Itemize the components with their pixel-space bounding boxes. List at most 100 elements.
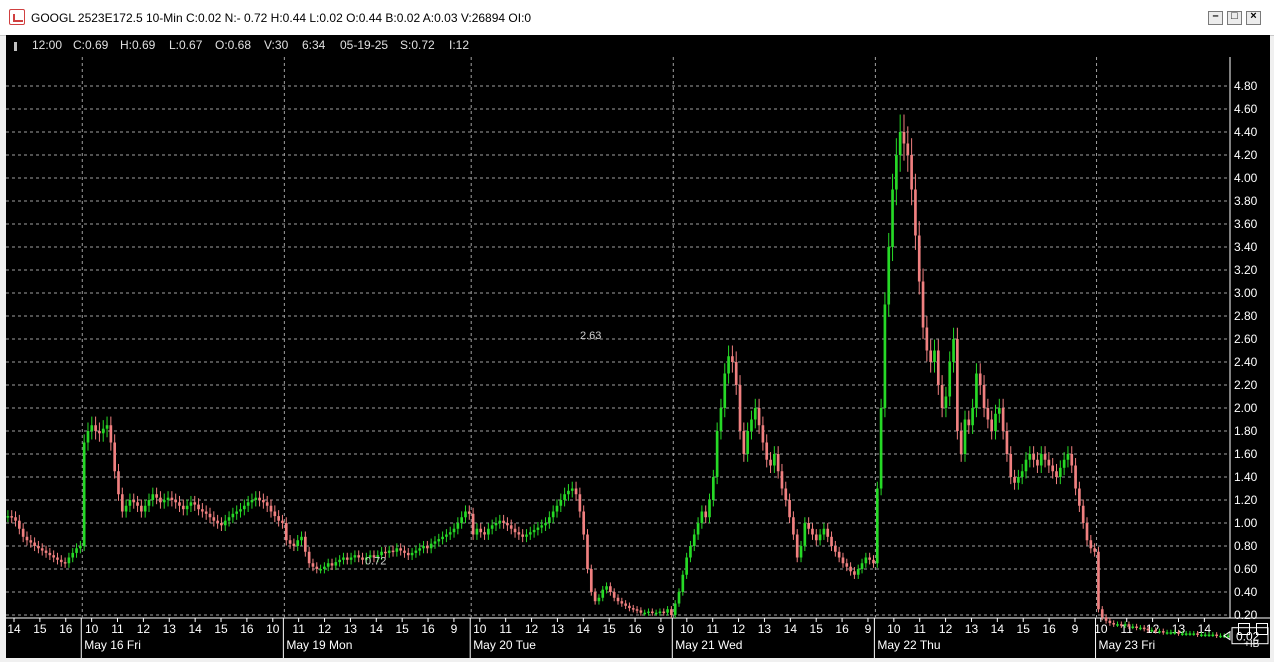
candle-body <box>483 532 486 535</box>
candle-body <box>883 304 887 408</box>
candle-body <box>311 563 315 567</box>
close-button[interactable]: × <box>1246 10 1261 25</box>
x-tick-label: 14 <box>370 622 384 636</box>
window-title: GOOGL 2523E172.5 10-Min C:0.02 N:- 0.72 … <box>31 11 532 25</box>
candle-body <box>117 471 120 495</box>
candle-body <box>63 562 67 564</box>
x-tick-label: 10 <box>887 622 901 636</box>
candle-body <box>990 419 994 431</box>
candle-body <box>1112 623 1116 625</box>
candle-body <box>292 543 296 546</box>
candle-body <box>788 500 791 518</box>
candle-body <box>1116 624 1119 626</box>
candle-body <box>891 189 894 247</box>
candle-body <box>140 505 143 512</box>
candle-body <box>1085 523 1089 541</box>
price-chart-svg[interactable]: 4.80 4.60 4.40 4.20 4.00 3.80 3.60 3.40 3.20 3.00… <box>6 35 1270 658</box>
candle-body <box>673 603 677 615</box>
candle-body <box>574 488 578 495</box>
candle-body <box>1165 632 1169 634</box>
candle-body <box>609 586 612 592</box>
y-tick-label: 3.60 <box>1234 217 1258 231</box>
candle-body <box>48 552 52 556</box>
candle-body <box>29 540 33 543</box>
candle-body <box>433 541 437 544</box>
candle-body <box>86 431 90 443</box>
candle-body <box>1089 540 1093 549</box>
chart-panel[interactable]: 12:00 C:0.69 H:0.69 L:0.67 O:0.68 V:30 6… <box>6 35 1270 658</box>
candle-body <box>570 488 574 491</box>
candle-body <box>860 563 864 569</box>
candle-body <box>1097 551 1100 610</box>
candle-body <box>1158 631 1161 633</box>
candle-body <box>544 523 547 526</box>
candle-body <box>925 327 929 351</box>
candle-body <box>162 500 166 503</box>
candle-body <box>658 611 662 614</box>
candle-body <box>132 500 136 503</box>
candle-body <box>586 534 589 569</box>
candle-body <box>178 502 181 506</box>
candle-body <box>406 552 410 556</box>
candle-body <box>914 189 917 236</box>
candle-body <box>845 563 849 567</box>
candle-body <box>296 540 300 546</box>
candle-body <box>750 419 753 431</box>
candle-body <box>521 534 525 537</box>
expand-box-icon[interactable] <box>1238 623 1250 635</box>
candle-body <box>67 557 71 564</box>
y-tick-label: 3.20 <box>1234 263 1258 277</box>
x-tick-label: 16 <box>421 622 435 636</box>
candle-body <box>1123 624 1127 626</box>
y-tick-label: 0.20 <box>1234 608 1258 622</box>
y-tick-label: 4.00 <box>1234 171 1258 185</box>
candle-body <box>654 612 658 615</box>
candle-body <box>898 132 902 155</box>
candle-body <box>456 523 460 529</box>
candle-body <box>662 611 666 614</box>
x-tick-label: 13 <box>758 622 772 636</box>
x-tick-label: 15 <box>33 622 47 636</box>
candle-body <box>319 569 322 571</box>
candle-body <box>94 425 97 431</box>
minimize-button[interactable]: – <box>1208 10 1223 25</box>
candle-body <box>25 536 29 541</box>
window-titlebar: GOOGL 2523E172.5 10-Min C:0.02 N:- 0.72 … <box>0 0 1274 36</box>
candle-body <box>700 511 704 523</box>
x-tick-label: 12 <box>732 622 746 636</box>
x-tick-label: 16 <box>628 622 642 636</box>
y-tick-label: 1.00 <box>1234 516 1258 530</box>
candle-body <box>746 431 749 454</box>
candle-body <box>868 557 871 560</box>
close-icon: × <box>1250 10 1257 22</box>
candle-body <box>452 528 456 533</box>
x-tick-label: 12 <box>318 622 332 636</box>
candle-body <box>33 542 36 546</box>
candle-body <box>1173 632 1177 634</box>
candle-body <box>288 540 292 544</box>
candle-body <box>834 546 837 552</box>
candle-body <box>696 523 700 535</box>
candle-body <box>513 528 517 533</box>
x-tick-label: 14 <box>577 622 591 636</box>
x-tick-label: 16 <box>1042 622 1056 636</box>
candle-body <box>776 454 780 472</box>
candle-body <box>799 546 803 558</box>
candle-body <box>208 513 212 518</box>
x-tick-label: 16 <box>835 622 849 636</box>
candle-body <box>837 551 841 558</box>
candle-body <box>692 534 696 546</box>
candle-body <box>1032 454 1035 460</box>
candle-body <box>551 511 555 518</box>
candle-body <box>971 408 974 426</box>
maximize-button[interactable]: □ <box>1227 10 1242 25</box>
settings-box-icon[interactable] <box>1256 623 1268 635</box>
candle-body <box>460 517 463 523</box>
candle-body <box>101 428 105 434</box>
candle-body <box>303 536 307 552</box>
candle-body <box>1131 626 1135 628</box>
candle-body <box>181 505 185 510</box>
candle-body <box>738 385 742 431</box>
candle-body <box>612 592 616 598</box>
candle-body <box>254 497 258 500</box>
